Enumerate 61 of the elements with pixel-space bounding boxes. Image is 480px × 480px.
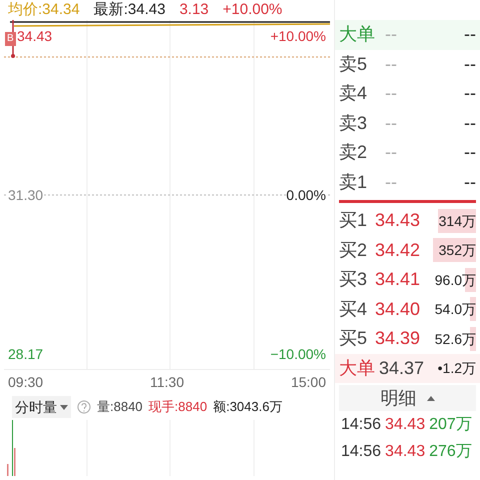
trade-time: 14:56 bbox=[341, 442, 382, 462]
price-value: -- bbox=[385, 170, 398, 194]
details-tab[interactable]: 明细 bbox=[339, 385, 476, 411]
trade-price: 34.43 bbox=[385, 442, 426, 462]
current-hand-value: 现手:8840 bbox=[148, 398, 208, 416]
bid-label: 买1 bbox=[339, 209, 368, 232]
bid-label: 买5 bbox=[339, 327, 368, 350]
price-value: -- bbox=[385, 82, 398, 106]
volume-value: -- bbox=[463, 170, 476, 194]
price-value: 34.41 bbox=[375, 268, 422, 292]
ask-label: 卖1 bbox=[339, 170, 368, 194]
volume-value: 96.0万 bbox=[433, 268, 476, 292]
volume-value: •1.2万 bbox=[436, 358, 476, 378]
chart-badge: B bbox=[5, 32, 16, 46]
trade-amount: 276万 bbox=[429, 442, 472, 462]
volume-value: 352万 bbox=[433, 238, 476, 262]
trade-time: 14:56 bbox=[341, 414, 382, 434]
volume-selector[interactable]: 分时量 bbox=[12, 396, 71, 418]
price-label: 34.43 bbox=[17, 27, 52, 46]
volume-value: -- bbox=[463, 112, 476, 135]
price-label: 28.17 bbox=[8, 345, 44, 364]
change-percent: +10.00% bbox=[222, 0, 282, 20]
amount-value: 额:3043.6万 bbox=[213, 398, 282, 416]
bid-label: 买3 bbox=[339, 268, 368, 292]
caret-up-icon bbox=[426, 396, 434, 400]
volume-value: -- bbox=[463, 141, 476, 164]
trade-price: 34.43 bbox=[385, 414, 426, 434]
trade-amount: 207万 bbox=[429, 414, 472, 434]
average-price: 均价:34.34 bbox=[8, 0, 80, 20]
price-value: 34.40 bbox=[375, 298, 422, 321]
volume-value: -- bbox=[463, 52, 476, 76]
price-value: -- bbox=[385, 141, 398, 164]
latest-price: 最新:34.43 bbox=[94, 0, 166, 20]
price-value: 34.42 bbox=[375, 238, 422, 262]
percent-label: +10.00% bbox=[270, 27, 326, 46]
volume-value: 量:8840 bbox=[97, 398, 143, 416]
ask-label: 卖4 bbox=[339, 82, 368, 106]
percent-label: −10.00% bbox=[270, 345, 326, 364]
price-value: 34.43 bbox=[375, 209, 422, 232]
volume-value: -- bbox=[463, 82, 476, 106]
time-label: 15:00 bbox=[290, 372, 326, 392]
price-value: 34.37 bbox=[379, 356, 426, 380]
bid-label: 买2 bbox=[339, 238, 368, 262]
caret-icon bbox=[60, 404, 68, 410]
volume-value: 54.0万 bbox=[433, 297, 476, 322]
price-change: 3.13 bbox=[179, 0, 209, 20]
price-value: -- bbox=[385, 52, 398, 76]
row-label: 大单 bbox=[339, 23, 376, 46]
help-icon[interactable] bbox=[77, 400, 91, 414]
volume-value: 52.6万 bbox=[433, 326, 476, 351]
price-value: -- bbox=[385, 23, 398, 46]
ask-label: 卖3 bbox=[339, 112, 368, 135]
ask-label: 卖2 bbox=[339, 141, 368, 164]
row-label: 大单 bbox=[339, 356, 376, 380]
time-label: 11:30 bbox=[150, 372, 184, 392]
time-label: 09:30 bbox=[8, 372, 44, 392]
price-value: 34.39 bbox=[375, 327, 422, 350]
bid-label: 买4 bbox=[339, 298, 368, 321]
price-value: -- bbox=[385, 112, 398, 135]
volume-value: -- bbox=[463, 23, 476, 46]
ask-label: 卖5 bbox=[339, 52, 368, 76]
